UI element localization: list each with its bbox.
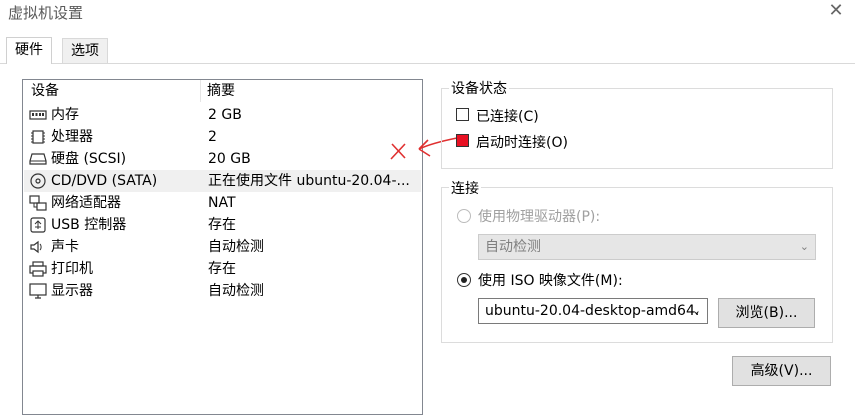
device-name: 内存 bbox=[51, 107, 79, 123]
device-name: USB 控制器 bbox=[51, 217, 127, 233]
device-name: 打印机 bbox=[51, 261, 93, 277]
device-name: 硬盘 (SCSI) bbox=[51, 151, 127, 167]
hard-disk-icon bbox=[29, 153, 47, 165]
advanced-button[interactable]: 高级(V)... bbox=[732, 356, 831, 386]
column-header-device[interactable]: 设备 bbox=[31, 80, 59, 102]
chevron-down-icon: ⌄ bbox=[799, 240, 809, 253]
monitor-icon bbox=[29, 283, 47, 299]
iso-image-label[interactable]: 使用 ISO 映像文件(M): bbox=[478, 270, 623, 290]
device-row-sound-card[interactable]: 声卡 自动检测 bbox=[24, 236, 421, 258]
device-summary: 2 GB bbox=[208, 107, 242, 123]
device-row-cd-dvd[interactable]: CD/DVD (SATA) 正在使用文件 ubuntu-20.04-... bbox=[24, 170, 421, 192]
browse-button[interactable]: 浏览(B)... bbox=[718, 298, 815, 328]
memory-icon bbox=[29, 110, 47, 120]
processor-icon bbox=[31, 130, 45, 144]
device-summary: 正在使用文件 ubuntu-20.04-... bbox=[208, 173, 410, 189]
iso-image-path-value: ubuntu-20.04-desktop-amd64. bbox=[485, 303, 700, 319]
network-adapter-icon bbox=[29, 195, 47, 211]
chevron-down-icon: ⌄ bbox=[691, 304, 701, 317]
printer-icon bbox=[29, 261, 47, 277]
device-row-memory[interactable]: 内存 2 GB bbox=[24, 104, 421, 126]
device-summary: NAT bbox=[208, 195, 236, 211]
device-name: CD/DVD (SATA) bbox=[51, 173, 158, 189]
window-title: 虚拟机设置 bbox=[8, 4, 84, 22]
physical-drive-radio[interactable] bbox=[457, 209, 471, 223]
device-name: 处理器 bbox=[51, 129, 93, 145]
device-row-printer[interactable]: 打印机 存在 bbox=[24, 258, 421, 280]
device-name: 声卡 bbox=[51, 239, 79, 255]
device-row-network-adapter[interactable]: 网络适配器 NAT bbox=[24, 192, 421, 214]
device-row-usb-controller[interactable]: USB 控制器 存在 bbox=[24, 214, 421, 236]
device-summary: 自动检测 bbox=[208, 239, 264, 255]
column-header-summary[interactable]: 摘要 bbox=[207, 80, 235, 102]
tab-options[interactable]: 选项 bbox=[62, 38, 108, 63]
close-button[interactable]: ✕ bbox=[826, 0, 846, 22]
device-summary: 存在 bbox=[208, 261, 236, 277]
physical-drive-value: 自动检测 bbox=[485, 239, 541, 255]
connected-label[interactable]: 已连接(C) bbox=[476, 106, 539, 126]
device-row-hard-disk[interactable]: 硬盘 (SCSI) 20 GB bbox=[24, 148, 421, 170]
speaker-icon bbox=[30, 240, 42, 254]
device-name: 网络适配器 bbox=[51, 195, 121, 211]
connect-at-power-on-checkbox[interactable] bbox=[456, 134, 469, 147]
iso-image-path-select[interactable]: ubuntu-20.04-desktop-amd64. ⌄ bbox=[478, 298, 708, 324]
device-status-title: 设备状态 bbox=[449, 78, 509, 98]
tab-hardware[interactable]: 硬件 bbox=[6, 37, 52, 64]
physical-drive-select[interactable]: 自动检测 ⌄ bbox=[478, 234, 816, 260]
physical-drive-label[interactable]: 使用物理驱动器(P): bbox=[478, 206, 600, 226]
device-list[interactable]: 设备 摘要 内存 2 GB 处理器 2 硬盘 (SCSI) 20 GB CD/D… bbox=[22, 79, 423, 415]
column-separator bbox=[200, 80, 201, 102]
device-row-display[interactable]: 显示器 自动检测 bbox=[24, 280, 421, 302]
connect-at-power-on-label[interactable]: 启动时连接(O) bbox=[476, 132, 568, 152]
connected-checkbox[interactable] bbox=[456, 108, 469, 121]
usb-icon bbox=[30, 217, 46, 233]
cd-dvd-icon bbox=[30, 173, 46, 189]
device-row-processor[interactable]: 处理器 2 bbox=[24, 126, 421, 148]
tab-bar: 硬件 选项 bbox=[0, 37, 855, 64]
device-status-group bbox=[441, 88, 833, 169]
radio-selected-dot bbox=[461, 277, 467, 283]
device-summary: 自动检测 bbox=[208, 283, 264, 299]
device-name: 显示器 bbox=[51, 283, 93, 299]
connection-title: 连接 bbox=[449, 178, 481, 198]
iso-image-radio[interactable] bbox=[457, 273, 471, 287]
device-summary: 存在 bbox=[208, 217, 236, 233]
